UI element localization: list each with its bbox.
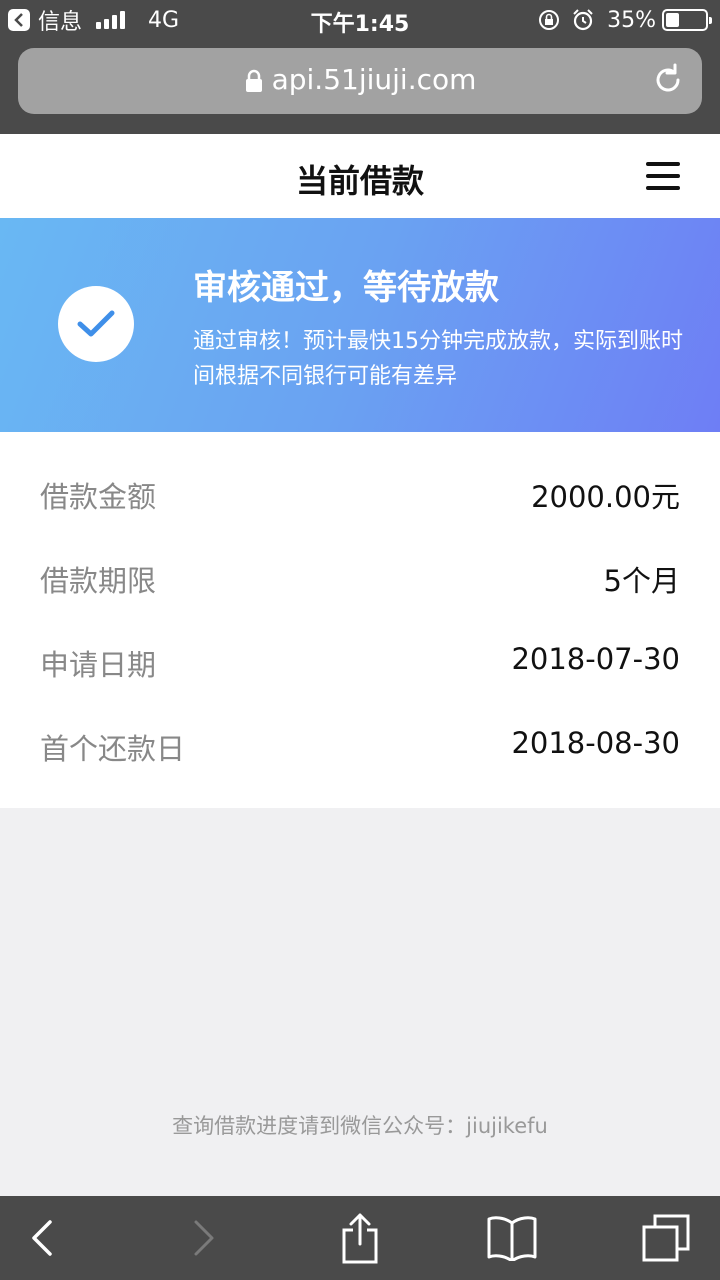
detail-row-apply-date: 申请日期 2018-07-30 (0, 620, 720, 704)
menu-icon-line (646, 174, 680, 178)
detail-row-first-repayment: 首个还款日 2018-08-30 (0, 704, 720, 788)
browser-top-area: 信息 4G 下午1:45 35% api.51jiuji.com (0, 0, 720, 134)
detail-row-amount: 借款金额 2000.00元 (0, 452, 720, 536)
page-header: 当前借款 (0, 134, 720, 218)
nav-back-button[interactable] (14, 1210, 70, 1266)
share-button[interactable] (332, 1210, 388, 1266)
status-banner: 审核通过，等待放款 通过审核！预计最快15分钟完成放款，实际到账时间根据不同银行… (0, 218, 720, 432)
chevron-left-icon (32, 1220, 52, 1256)
banner-title: 审核通过，等待放款 (193, 268, 499, 308)
loan-details: 借款金额 2000.00元 借款期限 5个月 申请日期 2018-07-30 首… (0, 432, 720, 808)
menu-icon-line (646, 162, 680, 166)
tabs-icon (642, 1214, 690, 1262)
share-icon (342, 1213, 378, 1264)
chevron-right-icon (194, 1220, 214, 1256)
detail-row-term: 借款期限 5个月 (0, 536, 720, 620)
orientation-lock-icon (539, 10, 560, 30)
detail-value: 5个月 (603, 564, 680, 598)
book-icon (487, 1216, 537, 1261)
detail-label: 借款期限 (40, 564, 157, 598)
battery-percent: 35% (607, 7, 656, 33)
address-bar[interactable]: api.51jiuji.com (18, 48, 702, 114)
url-text: api.51jiuji.com (271, 63, 477, 96)
detail-value: 2018-08-30 (511, 726, 680, 760)
url-display[interactable]: api.51jiuji.com (18, 63, 702, 96)
status-bar: 信息 4G 下午1:45 35% (0, 0, 720, 40)
detail-label: 借款金额 (40, 480, 157, 514)
page-title: 当前借款 (295, 162, 424, 200)
banner-description: 通过审核！预计最快15分钟完成放款，实际到账时间根据不同银行可能有差异 (193, 329, 683, 389)
alarm-icon (573, 9, 593, 31)
footer-note: 查询借款进度请到微信公众号：jiujikefu (172, 1114, 548, 1138)
reload-icon (656, 63, 680, 92)
lock-icon (245, 69, 262, 92)
menu-icon-line (646, 186, 680, 190)
detail-label: 首个还款日 (40, 732, 186, 766)
detail-value: 2000.00元 (531, 480, 680, 514)
browser-toolbar (0, 1196, 720, 1280)
status-right: 35% (537, 6, 712, 34)
tabs-button[interactable] (638, 1210, 694, 1266)
battery-icon (662, 9, 712, 31)
nav-forward-button[interactable] (176, 1210, 232, 1266)
menu-button[interactable] (646, 162, 680, 190)
reload-button[interactable] (650, 62, 686, 102)
detail-label: 申请日期 (40, 648, 157, 682)
check-icon (58, 286, 134, 362)
detail-value: 2018-07-30 (511, 642, 680, 676)
bookmarks-button[interactable] (484, 1210, 540, 1266)
